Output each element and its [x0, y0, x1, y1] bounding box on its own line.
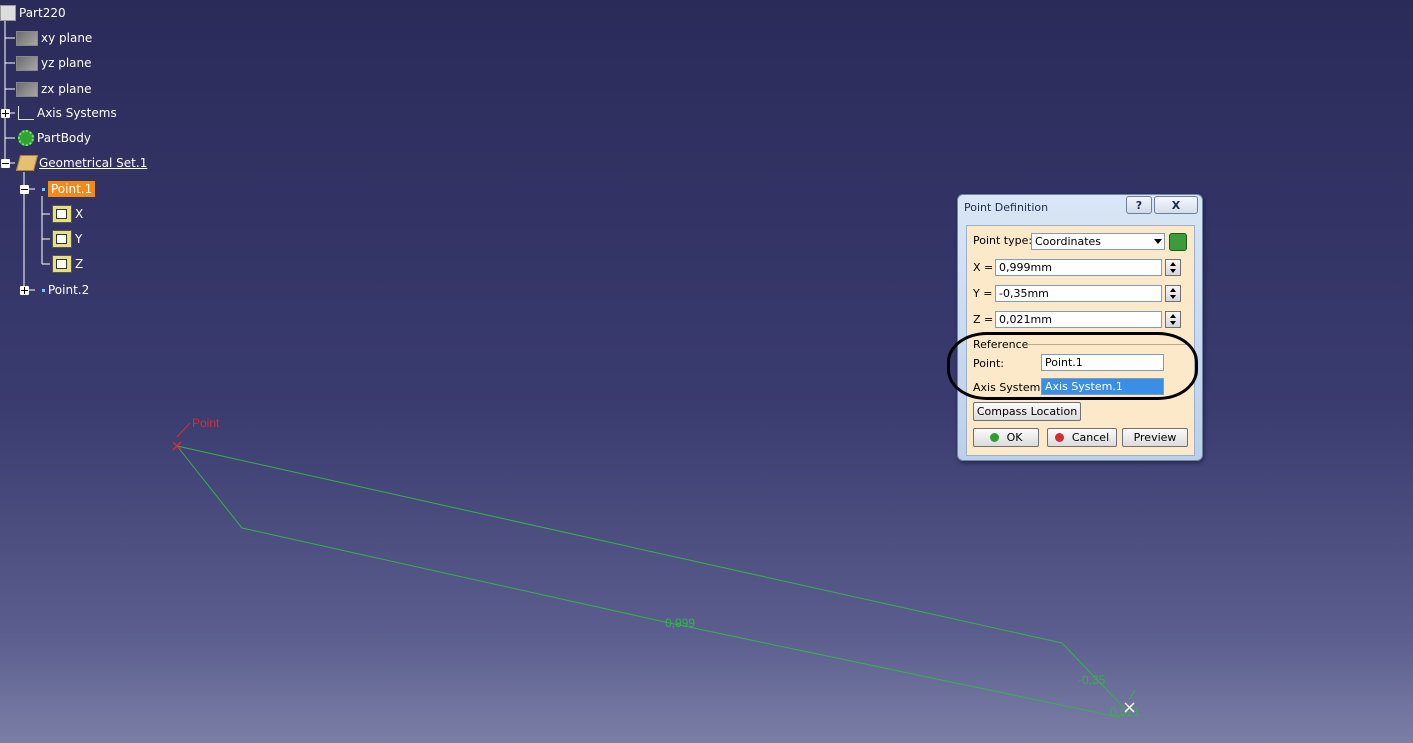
tree-item-point1[interactable]: Point.1: [42, 179, 96, 199]
z-coordinate-input[interactable]: 0,021mm: [995, 311, 1162, 328]
tree-item-point2-label: Point.2: [48, 283, 90, 297]
tree-item-yz-plane[interactable]: yz plane: [16, 53, 92, 73]
tree-item-axis-systems[interactable]: Axis Systems: [18, 103, 117, 123]
z-spinner[interactable]: [1165, 311, 1181, 328]
y-label: Y =: [973, 287, 993, 300]
ok-button-label: OK: [1006, 431, 1023, 444]
cancel-icon: [1054, 433, 1064, 442]
tree-item-param-z[interactable]: Z: [52, 254, 83, 274]
expand-point2-icon[interactable]: [20, 286, 29, 295]
preview-button[interactable]: Preview: [1122, 428, 1188, 447]
cancel-button[interactable]: Cancel: [1047, 428, 1117, 447]
point-type-value: Coordinates: [1035, 235, 1102, 248]
ok-button[interactable]: OK: [973, 428, 1039, 447]
x-coordinate-input[interactable]: 0,999mm: [995, 259, 1162, 276]
plane-icon: [16, 30, 38, 46]
cancel-button-label: Cancel: [1071, 431, 1110, 444]
y-dimension-label: -0,35: [1078, 673, 1106, 687]
tree-item-geometrical-set-label: Geometrical Set.1: [39, 156, 148, 170]
z-label: Z =: [973, 313, 994, 326]
chevron-down-icon: [1154, 239, 1162, 244]
specification-tree: Part220 xy plane yz plane zx plane Axis …: [0, 0, 200, 310]
x-dimension-label: 0,999: [665, 616, 695, 630]
tree-item-param-z-label: Z: [75, 257, 84, 271]
tree-item-part[interactable]: Part220: [0, 3, 66, 23]
ok-icon: [989, 433, 999, 442]
tree-item-xy-plane[interactable]: xy plane: [16, 28, 92, 48]
axis-system-icon: [18, 106, 34, 120]
tree-item-param-y-label: Y: [75, 232, 83, 246]
annotation-ellipse: [947, 332, 1198, 400]
gear-icon: [18, 130, 34, 146]
dialog-title: Point Definition: [964, 201, 1049, 214]
point-icon: [42, 288, 45, 292]
point-type-lock-icon[interactable]: [1169, 233, 1187, 251]
tree-item-param-x-label: X: [75, 207, 84, 221]
y-spinner[interactable]: [1165, 285, 1181, 302]
point-type-select[interactable]: Coordinates: [1031, 233, 1165, 250]
tree-item-zx-plane[interactable]: zx plane: [16, 79, 92, 99]
tree-item-geometrical-set[interactable]: Geometrical Set.1: [15, 153, 148, 173]
plane-icon: [16, 81, 38, 97]
compass-location-button[interactable]: Compass Location: [973, 402, 1081, 421]
tree-item-param-y[interactable]: Y: [52, 229, 82, 249]
geometrical-set-icon: [15, 155, 39, 171]
collapse-geometrical-set-icon[interactable]: [1, 159, 10, 168]
tree-item-point2[interactable]: Point.2: [42, 280, 89, 300]
plane-icon: [16, 55, 38, 71]
measurement-line-path: [176, 445, 1129, 718]
help-button[interactable]: ?: [1126, 196, 1152, 214]
tree-item-param-x[interactable]: X: [52, 204, 83, 224]
tree-item-axis-systems-label: Axis Systems: [37, 106, 117, 120]
close-button[interactable]: X: [1154, 196, 1198, 214]
point-icon: [42, 187, 45, 191]
collapse-point1-icon[interactable]: [20, 185, 29, 194]
tree-item-zx-plane-label: zx plane: [41, 82, 92, 96]
y-coordinate-input[interactable]: -0,35mm: [995, 285, 1162, 302]
tree-item-part-label: Part220: [19, 6, 66, 20]
tree-item-xy-plane-label: xy plane: [41, 31, 93, 45]
tree-item-yz-plane-label: yz plane: [41, 56, 92, 70]
point-label: Point: [192, 416, 220, 430]
parameter-icon: [52, 205, 72, 223]
point-marker-origin[interactable]: [172, 422, 191, 451]
x-label: X =: [973, 261, 994, 274]
x-spinner[interactable]: [1165, 259, 1181, 276]
tree-item-partbody-label: PartBody: [37, 131, 91, 145]
tree-item-point1-label: Point.1: [48, 181, 96, 197]
expand-axis-systems-icon[interactable]: [1, 109, 10, 118]
part-icon: [0, 5, 16, 21]
dialog-titlebar[interactable]: Point Definition ? X: [958, 195, 1202, 219]
point-definition-dialog: Point Definition ? X Point type: Coordin…: [957, 194, 1203, 461]
parameter-icon: [52, 230, 72, 248]
parameter-icon: [52, 255, 72, 273]
point-type-label: Point type:: [973, 234, 1033, 247]
tree-item-partbody[interactable]: PartBody: [18, 128, 91, 148]
